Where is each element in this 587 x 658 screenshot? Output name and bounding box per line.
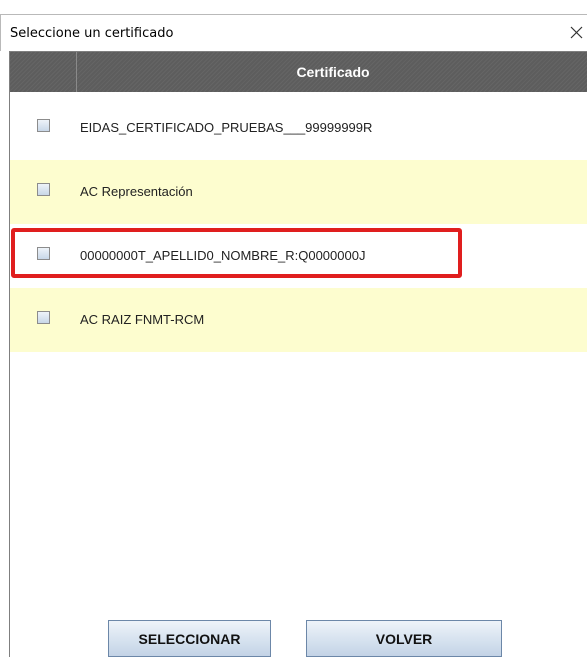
row-checkbox[interactable] [37,311,50,324]
certificate-dialog: Seleccione un certificado Certificado EI… [0,0,587,657]
dialog-footer: SELECCIONAR VOLVER [9,611,587,657]
table-row[interactable]: 00000000T_APELLID0_NOMBRE_R:Q0000000J [10,224,587,288]
certificate-name: 00000000T_APELLID0_NOMBRE_R:Q0000000J [80,248,366,263]
certificate-name: AC RAIZ FNMT-RCM [80,312,205,327]
back-button[interactable]: VOLVER [306,620,502,657]
column-header-certificado[interactable]: Certificado [78,52,587,92]
table-row[interactable]: AC RAIZ FNMT-RCM [10,288,587,352]
certificate-name: EIDAS_CERTIFICADO_PRUEBAS___99999999R [80,120,373,135]
row-checkbox[interactable] [37,247,50,260]
title-bar: Seleccione un certificado [0,14,587,51]
header-checkbox-column [10,52,77,92]
table-row[interactable]: EIDAS_CERTIFICADO_PRUEBAS___99999999R [10,96,587,160]
row-checkbox[interactable] [37,119,50,132]
certificate-table: Certificado EIDAS_CERTIFICADO_PRUEBAS___… [9,51,587,611]
select-button[interactable]: SELECCIONAR [108,620,271,657]
dialog-title: Seleccione un certificado [10,26,174,41]
table-row[interactable]: AC Representación [10,160,587,224]
row-checkbox[interactable] [37,183,50,196]
close-icon[interactable] [567,23,587,43]
table-header: Certificado [10,52,587,92]
certificate-name: AC Representación [80,184,193,199]
